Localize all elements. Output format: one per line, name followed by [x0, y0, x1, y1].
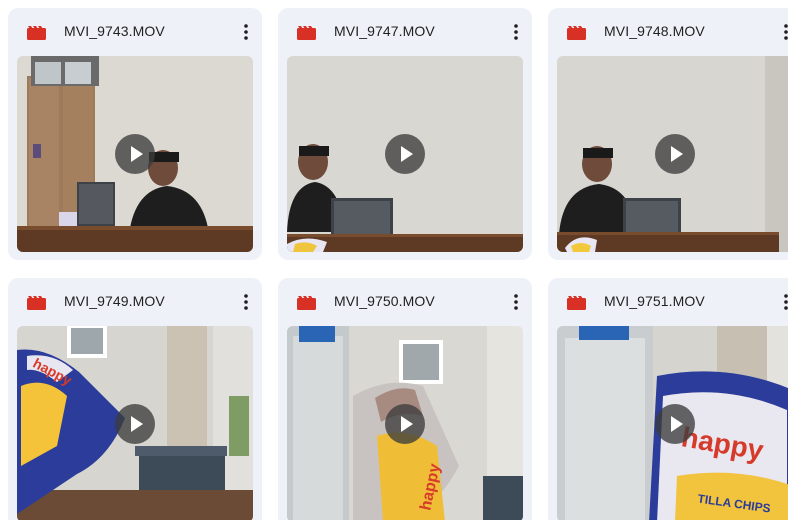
more-options-icon[interactable]	[780, 22, 788, 42]
play-icon	[671, 416, 683, 432]
file-card-mvi-9749[interactable]: MVI_9749.MOV happy	[8, 278, 262, 520]
file-card-mvi-9743[interactable]: MVI_9743.MOV	[8, 8, 262, 260]
video-file-icon	[567, 26, 586, 40]
play-icon	[401, 146, 413, 162]
file-card-header: MVI_9749.MOV	[8, 278, 262, 326]
file-card-mvi-9747[interactable]: MVI_9747.MOV	[278, 8, 532, 260]
play-button[interactable]	[655, 404, 695, 444]
video-thumbnail[interactable]	[17, 56, 253, 252]
file-name: MVI_9743.MOV	[64, 23, 165, 39]
more-options-icon[interactable]	[510, 22, 522, 42]
file-card-header: MVI_9751.MOV	[548, 278, 788, 326]
video-thumbnail[interactable]: happy	[17, 326, 253, 520]
file-card-mvi-9748[interactable]: MVI_9748.MOV	[548, 8, 788, 260]
play-button[interactable]	[115, 134, 155, 174]
play-icon	[671, 146, 683, 162]
video-file-icon	[297, 296, 316, 310]
file-card-header: MVI_9743.MOV	[8, 8, 262, 56]
file-grid: MVI_9743.MOV MVI_9747.MOV MVI_9748.MOV M…	[0, 0, 788, 520]
video-file-icon	[27, 296, 46, 310]
file-name: MVI_9747.MOV	[334, 23, 435, 39]
video-file-icon	[567, 296, 586, 310]
video-file-icon	[297, 26, 316, 40]
file-card-header: MVI_9747.MOV	[278, 8, 532, 56]
file-name: MVI_9750.MOV	[334, 293, 435, 309]
video-thumbnail[interactable]	[287, 56, 523, 252]
more-options-icon[interactable]	[240, 22, 252, 42]
play-button[interactable]	[655, 134, 695, 174]
file-card-mvi-9750[interactable]: MVI_9750.MOV happy	[278, 278, 532, 520]
play-icon	[401, 416, 413, 432]
file-card-header: MVI_9750.MOV	[278, 278, 532, 326]
file-name: MVI_9751.MOV	[604, 293, 705, 309]
video-thumbnail[interactable]	[557, 56, 788, 252]
play-icon	[131, 416, 143, 432]
video-thumbnail[interactable]: happy	[287, 326, 523, 520]
file-card-mvi-9751[interactable]: MVI_9751.MOV happy TILLA CHIPS	[548, 278, 788, 520]
file-card-header: MVI_9748.MOV	[548, 8, 788, 56]
play-button[interactable]	[385, 404, 425, 444]
play-button[interactable]	[115, 404, 155, 444]
file-name: MVI_9749.MOV	[64, 293, 165, 309]
video-thumbnail[interactable]: happy TILLA CHIPS	[557, 326, 788, 520]
more-options-icon[interactable]	[780, 292, 788, 312]
file-name: MVI_9748.MOV	[604, 23, 705, 39]
play-icon	[131, 146, 143, 162]
video-file-icon	[27, 26, 46, 40]
more-options-icon[interactable]	[510, 292, 522, 312]
play-button[interactable]	[385, 134, 425, 174]
more-options-icon[interactable]	[240, 292, 252, 312]
